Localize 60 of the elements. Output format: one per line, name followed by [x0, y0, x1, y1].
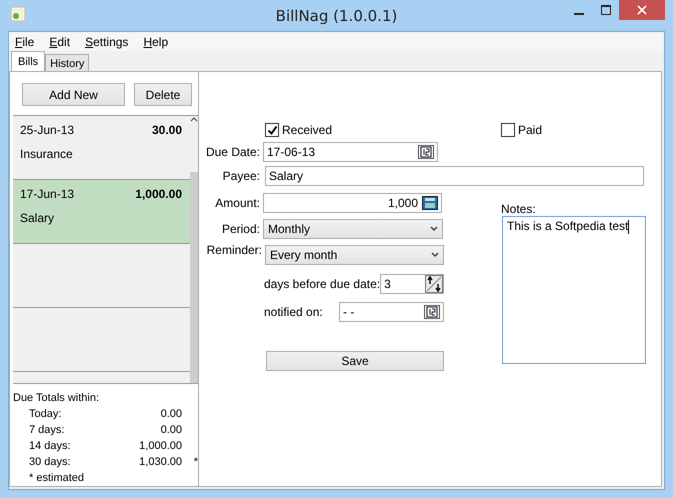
field-label: Reminder: [206, 243, 263, 257]
days-spinner[interactable]: 3 [380, 274, 444, 294]
notified-date-field[interactable]: - - [339, 302, 444, 322]
close-icon [637, 5, 647, 15]
scroll-up-icon[interactable] [190, 116, 198, 122]
bill-payee: Insurance [20, 147, 74, 161]
totals-title: Due Totals within: [13, 391, 100, 406]
calendar-icon[interactable] [418, 144, 434, 158]
chevron-down-icon [430, 226, 438, 232]
totals-label: Today: [29, 407, 62, 422]
totals-value: 1,030.00 [138, 455, 182, 470]
field-label: notified on: [264, 305, 323, 319]
bill-payee: Salary [20, 211, 56, 225]
tab[interactable]: History [45, 54, 90, 71]
bill-amount: 1,000.00 [135, 187, 182, 201]
payee-field[interactable]: Salary [265, 166, 644, 186]
totals-value: 0.00 [160, 423, 182, 438]
bill-date: 25-Jun-13 [20, 123, 74, 137]
add-button[interactable]: Add New [22, 83, 125, 106]
totals-label: 7 days: [29, 423, 66, 438]
bill-date: 17-Jun-13 [20, 187, 74, 201]
footnote: * estimated [28, 471, 86, 486]
app-icon [10, 6, 26, 22]
menu-item[interactable]: Help [143, 34, 168, 48]
totals-label: 30 days: [29, 455, 72, 470]
menu-item[interactable]: File [15, 34, 34, 48]
close-button[interactable] [619, 0, 665, 20]
field-label: days before due date: [264, 276, 380, 290]
menu-item[interactable]: Settings [85, 34, 128, 48]
calculator-icon[interactable] [422, 196, 438, 210]
reminder-dropdown[interactable]: Every month [265, 245, 444, 265]
notes-label: Notes: [501, 202, 537, 216]
field-label: Amount: [214, 196, 261, 210]
totals-label: 14 days: [29, 439, 72, 454]
field-label: Period: [220, 222, 261, 236]
calendar-icon[interactable] [424, 305, 440, 319]
paid-checkbox[interactable]: Paid [501, 123, 542, 137]
totals-value: 1,000.00 [138, 439, 182, 454]
check-icon [266, 124, 278, 136]
bill-item[interactable]: 17-Jun-13 1,000.00 Salary [13, 180, 190, 244]
period-dropdown[interactable]: Monthly [263, 218, 443, 238]
window-title: BillNag (1.0.0.1) [276, 6, 398, 24]
due-date-field[interactable]: 17-06-13 [263, 142, 438, 162]
estimate-mark: * [194, 456, 198, 468]
received-checkbox[interactable]: Received [265, 123, 332, 137]
field-label: Due Date: [204, 144, 261, 158]
field-label: Payee: [222, 169, 261, 183]
delete-button[interactable]: Delete [134, 83, 192, 106]
scrollbar[interactable] [190, 116, 198, 383]
notes-field[interactable]: This is a Softpedia test [502, 216, 646, 364]
menu-item[interactable]: Edit [49, 34, 70, 48]
save-button[interactable]: Save [266, 351, 444, 371]
minimize-icon [574, 13, 584, 15]
amount-field[interactable]: 1,000 [263, 192, 442, 212]
maximize-icon [600, 5, 610, 15]
spinner-icon[interactable] [425, 274, 443, 292]
bill-amount: 30.00 [152, 123, 182, 137]
tab[interactable]: Bills [11, 51, 46, 71]
chevron-down-icon [431, 252, 439, 258]
totals-value: 0.00 [160, 407, 182, 422]
